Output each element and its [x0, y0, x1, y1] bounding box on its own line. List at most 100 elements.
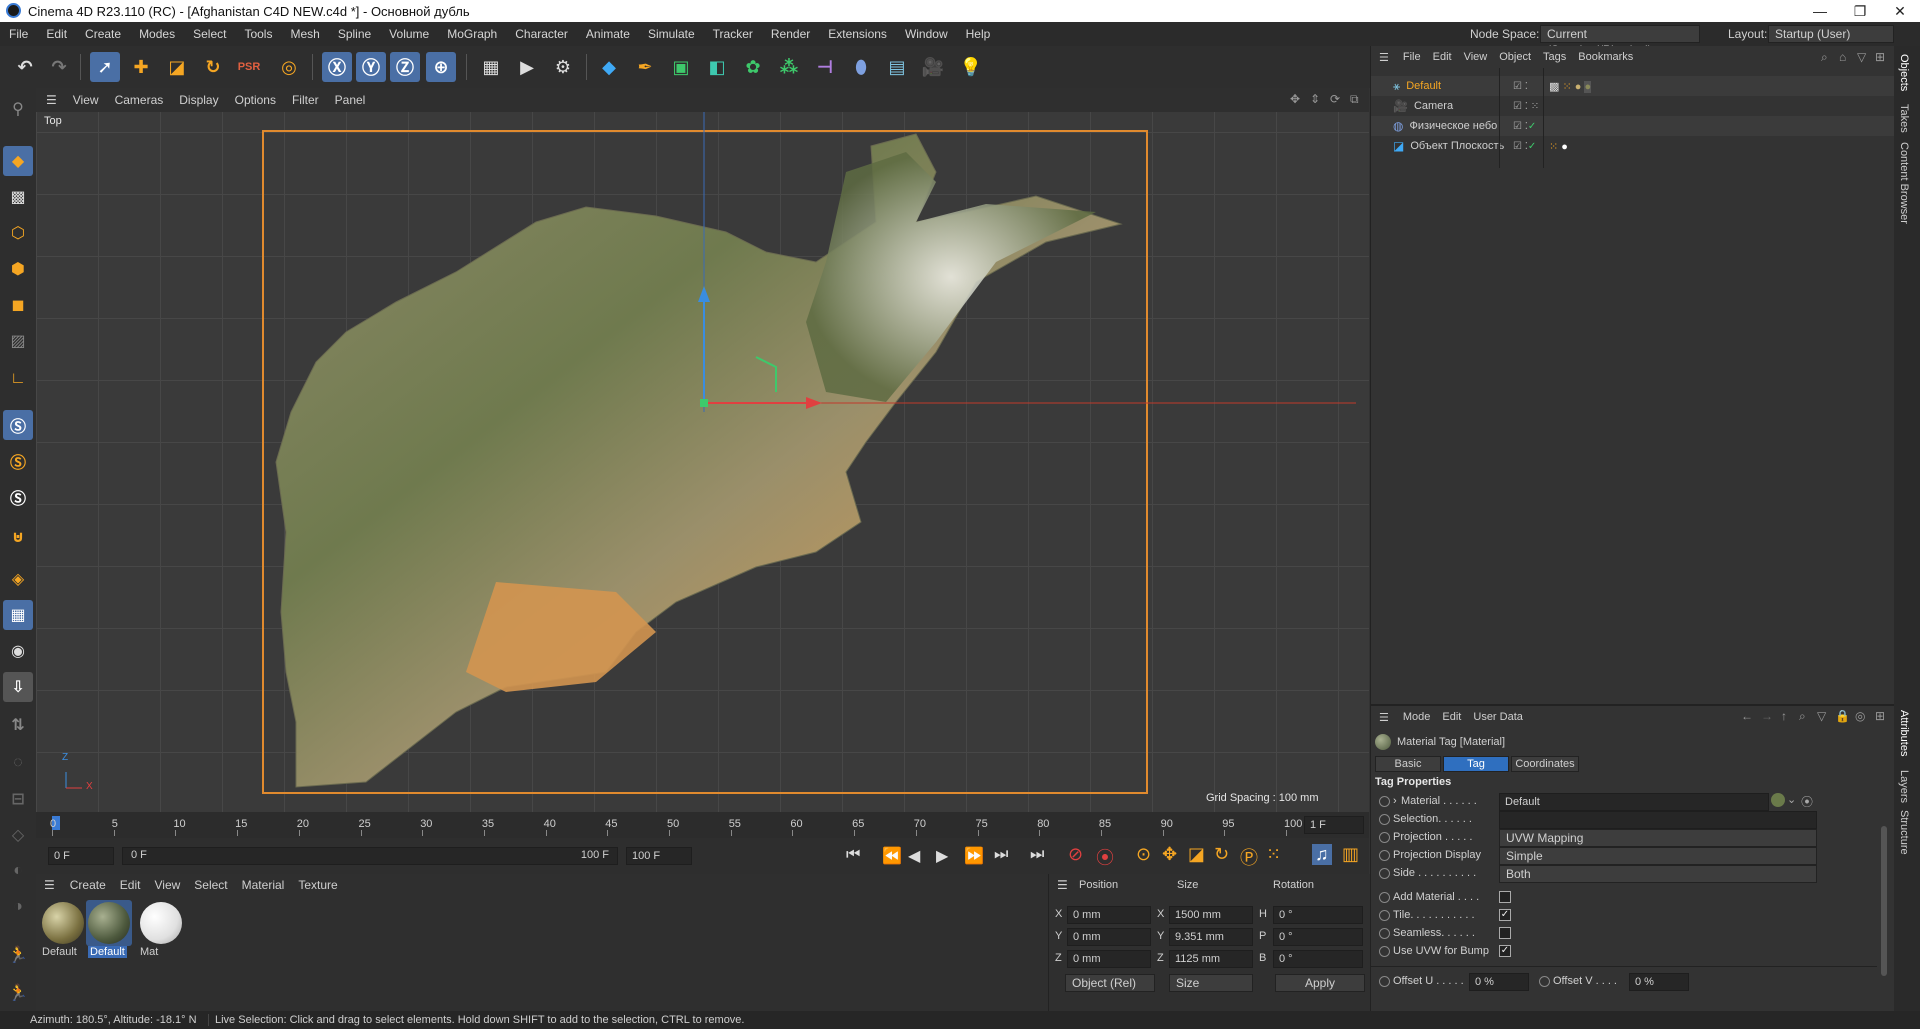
material-pick-icon[interactable]: ⦿: [1801, 793, 1813, 810]
visibility-toggle-icon[interactable]: ☑ ⁚ ⁙: [1513, 101, 1539, 112]
material-expand-icon[interactable]: ›: [1393, 795, 1397, 807]
viewport-top[interactable]: Top Z X Grid Spacing: 100 mm: [36, 112, 1369, 812]
projection-display-anim-radio[interactable]: [1379, 850, 1390, 861]
object-tags-icon[interactable]: ⁙ ●: [1549, 140, 1568, 153]
timeline-ruler[interactable]: 0 5 10 15 20 25 30 35 40 45 50 55 60 65 70 75 80 85 90 95 10…: [36, 812, 1369, 838]
close-button[interactable]: ✕: [1880, 0, 1920, 22]
recent-tools-icon[interactable]: ◎: [274, 52, 304, 82]
viewport-solo-off-icon[interactable]: ◑: [3, 892, 33, 922]
menu-mograph[interactable]: MoGraph: [438, 27, 506, 41]
material-menu-edit[interactable]: Edit: [113, 878, 148, 892]
object-tags-icon[interactable]: ▩ ⁙ ● ●: [1549, 80, 1592, 93]
object-home-icon[interactable]: ⌂: [1839, 50, 1846, 64]
material-dropdown-icon[interactable]: ⌄: [1787, 793, 1796, 806]
offset-u-field[interactable]: 0 %: [1469, 973, 1529, 991]
coordinate-mode-select[interactable]: Object (Rel): [1065, 974, 1155, 992]
object-panel-menu-icon[interactable]: ☰: [1371, 51, 1397, 64]
afghanistan-terrain-plane[interactable]: [36, 112, 1369, 812]
previous-frame-icon[interactable]: ◀: [908, 846, 920, 866]
keyframe-selection-icon[interactable]: ⊙: [1136, 844, 1151, 865]
menu-animate[interactable]: Animate: [577, 27, 639, 41]
grid-icon[interactable]: ▦: [3, 600, 33, 630]
layout-dropdown[interactable]: Startup (User): [1768, 25, 1894, 43]
dock-tab-structure[interactable]: Structure: [1898, 810, 1910, 855]
viewport-menu-view[interactable]: View: [65, 93, 107, 107]
menu-mesh[interactable]: Mesh: [281, 27, 328, 41]
redo-icon[interactable]: ↷: [44, 52, 74, 82]
menu-create[interactable]: Create: [76, 27, 130, 41]
key-rotation-icon[interactable]: ↻: [1214, 844, 1229, 865]
current-frame-field[interactable]: 1 F: [1304, 816, 1364, 834]
tab-coordinates[interactable]: Coordinates: [1511, 756, 1579, 772]
up-arrow-icon[interactable]: ↑: [1781, 709, 1787, 723]
menu-modes[interactable]: Modes: [130, 27, 184, 41]
snap-settings-icon[interactable]: Ⓢ: [3, 446, 33, 476]
timeline-window-icon[interactable]: ▥: [1342, 844, 1359, 865]
rotate-tool-icon[interactable]: ↻: [198, 52, 228, 82]
object-row[interactable]: 🎥 Camera ☑ ⁚ ⁙: [1371, 96, 1895, 116]
menu-tracker[interactable]: Tracker: [704, 27, 762, 41]
mograph-icon[interactable]: ⁂: [774, 52, 804, 82]
viewport-zoom-icon[interactable]: ⇕: [1310, 92, 1320, 106]
selection-anim-radio[interactable]: [1379, 814, 1390, 825]
character-walk-icon[interactable]: 🏃: [3, 978, 33, 1008]
make-editable-icon[interactable]: ⚲: [3, 94, 33, 124]
visibility-toggle-icon[interactable]: ☑ ⁚✓: [1513, 121, 1536, 132]
end-frame-field[interactable]: 100 F: [626, 847, 692, 865]
object-menu-bookmarks[interactable]: Bookmarks: [1572, 51, 1639, 63]
material-swatch-selected[interactable]: [88, 902, 130, 944]
key-parameter-icon[interactable]: Ⓟ: [1240, 844, 1258, 870]
light-icon[interactable]: 💡: [956, 52, 986, 82]
lock-icon[interactable]: 🔒: [1835, 709, 1850, 723]
attribute-filter-icon[interactable]: ▽: [1817, 709, 1826, 723]
position-x-field[interactable]: 0 mm: [1067, 906, 1151, 924]
menu-select[interactable]: Select: [184, 27, 235, 41]
visibility-toggle-icon[interactable]: ☑ ⁚: [1513, 81, 1528, 92]
coordinate-size-select[interactable]: Size: [1169, 974, 1253, 992]
extrude-icon[interactable]: ◧: [702, 52, 732, 82]
object-icon[interactable]: ◇: [3, 820, 33, 850]
attribute-settings-icon[interactable]: ◎: [1855, 709, 1865, 723]
visibility-toggle-icon[interactable]: ☑ ⁚✓: [1513, 141, 1536, 152]
pen-spline-icon[interactable]: ✒: [630, 52, 660, 82]
viewport-menu-panel[interactable]: Panel: [327, 93, 374, 107]
quantize-icon[interactable]: Ⓢ: [3, 482, 33, 512]
coord-panel-menu-icon[interactable]: ☰: [1057, 878, 1068, 892]
projection-display-select[interactable]: Simple: [1499, 847, 1817, 865]
dock-tab-takes[interactable]: Takes: [1898, 104, 1910, 133]
rotation-b-field[interactable]: 0 °: [1273, 950, 1363, 968]
size-y-field[interactable]: 9.351 mm: [1169, 928, 1253, 946]
key-position-icon[interactable]: ✥: [1162, 844, 1177, 865]
frame-range-slider[interactable]: 0 F 100 F: [122, 847, 618, 865]
material-preview-icon[interactable]: [1771, 793, 1785, 807]
model-mode-icon[interactable]: ◆: [3, 146, 33, 176]
z-axis-lock-icon[interactable]: Ⓩ: [390, 52, 420, 82]
object-name[interactable]: Default: [1406, 80, 1441, 92]
floor-icon[interactable]: ▤: [882, 52, 912, 82]
snap-icon[interactable]: Ⓢ: [3, 410, 33, 440]
move-tool-icon[interactable]: ✚: [126, 52, 156, 82]
menu-character[interactable]: Character: [506, 27, 577, 41]
tweak-icon[interactable]: ◌: [3, 748, 33, 778]
uv-mode-icon[interactable]: ▨: [3, 326, 33, 356]
material-anim-radio[interactable]: [1379, 796, 1390, 807]
position-y-field[interactable]: 0 mm: [1067, 928, 1151, 946]
material-menu-view[interactable]: View: [147, 878, 187, 892]
key-scale-icon[interactable]: ◪: [1188, 844, 1205, 865]
object-name[interactable]: Физическое небо: [1409, 120, 1497, 132]
apply-button[interactable]: Apply: [1275, 974, 1365, 992]
camera-icon[interactable]: 🎥: [918, 52, 948, 82]
offset-v-field[interactable]: 0 %: [1629, 973, 1689, 991]
point-mode-icon[interactable]: ⬡: [3, 218, 33, 248]
dock-tab-layers[interactable]: Layers: [1898, 770, 1910, 803]
y-axis-lock-icon[interactable]: Ⓨ: [356, 52, 386, 82]
deformer-icon[interactable]: ⊣: [810, 52, 840, 82]
menu-window[interactable]: Window: [896, 27, 957, 41]
add-material-anim-radio[interactable]: [1379, 892, 1390, 903]
x-axis-lock-icon[interactable]: Ⓧ: [322, 52, 352, 82]
axis-mode-icon[interactable]: ∟: [3, 364, 33, 394]
render-picture-viewer-icon[interactable]: ▶: [512, 52, 542, 82]
autokey-icon[interactable]: ⦿: [1096, 844, 1114, 870]
material-menu-texture[interactable]: Texture: [291, 878, 344, 892]
menu-spline[interactable]: Spline: [329, 27, 380, 41]
